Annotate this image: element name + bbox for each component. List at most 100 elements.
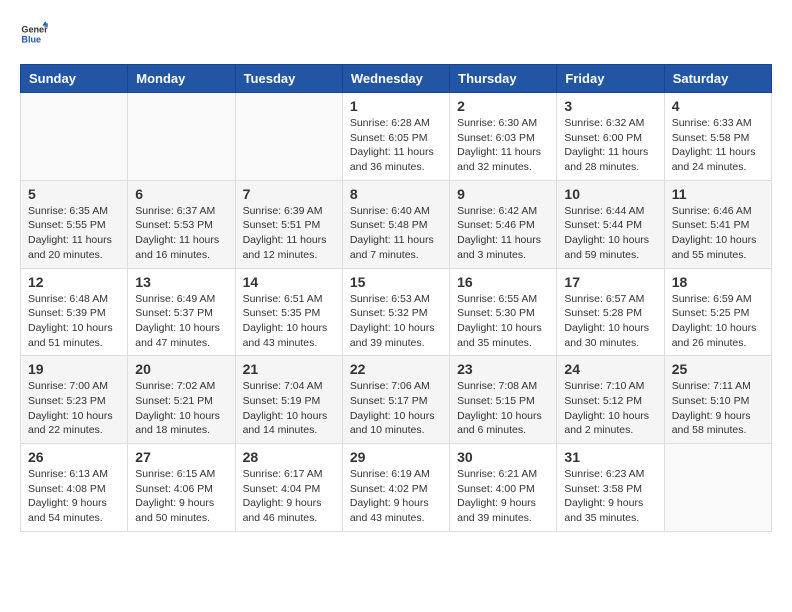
day-number: 2 (457, 98, 549, 114)
svg-text:Blue: Blue (21, 34, 41, 44)
day-number: 27 (135, 449, 227, 465)
day-info: Sunrise: 6:53 AM Sunset: 5:32 PM Dayligh… (350, 292, 442, 351)
calendar-cell: 6Sunrise: 6:37 AM Sunset: 5:53 PM Daylig… (128, 180, 235, 268)
calendar-cell: 4 Sunrise: 6:33 AM Sunset: 5:58 PM Daylig… (664, 93, 771, 181)
day-info: Sunrise: 6:39 AM Sunset: 5:51 PM Dayligh… (243, 204, 335, 263)
day-number: 28 (243, 449, 335, 465)
day-number: 16 (457, 274, 549, 290)
weekday-header-sunday: Sunday (21, 65, 128, 93)
calendar-cell (664, 444, 771, 532)
day-number: 20 (135, 361, 227, 377)
calendar-cell: 28 Sunrise: 6:17 AM Sunset: 4:04 PM Dayli… (235, 444, 342, 532)
day-info: Sunrise: 6:49 AM Sunset: 5:37 PM Dayligh… (135, 292, 227, 351)
calendar-cell: 30 Sunrise: 6:21 AM Sunset: 4:00 PM Dayli… (450, 444, 557, 532)
logo-icon: General Blue (20, 20, 48, 48)
calendar-cell: 23 Sunrise: 7:08 AM Sunset: 5:15 PM Dayli… (450, 356, 557, 444)
calendar-week-5: 26Sunrise: 6:13 AM Sunset: 4:08 PM Dayli… (21, 444, 772, 532)
calendar-cell: 27 Sunrise: 6:15 AM Sunset: 4:06 PM Dayli… (128, 444, 235, 532)
day-info: Sunrise: 7:08 AM Sunset: 5:15 PM Dayligh… (457, 379, 549, 438)
day-info: Sunrise: 6:59 AM Sunset: 5:25 PM Dayligh… (672, 292, 764, 351)
day-number: 9 (457, 186, 549, 202)
day-number: 8 (350, 186, 442, 202)
day-number: 22 (350, 361, 442, 377)
day-number: 15 (350, 274, 442, 290)
weekday-header-friday: Friday (557, 65, 664, 93)
calendar-cell: 14 Sunrise: 6:51 AM Sunset: 5:35 PM Dayli… (235, 268, 342, 356)
weekday-header-thursday: Thursday (450, 65, 557, 93)
day-info: Sunrise: 6:46 AM Sunset: 5:41 PM Dayligh… (672, 204, 764, 263)
day-info: Sunrise: 7:10 AM Sunset: 5:12 PM Dayligh… (564, 379, 656, 438)
calendar-cell: 24 Sunrise: 7:10 AM Sunset: 5:12 PM Dayli… (557, 356, 664, 444)
calendar-cell (235, 93, 342, 181)
day-info: Sunrise: 6:48 AM Sunset: 5:39 PM Dayligh… (28, 292, 120, 351)
calendar-cell (21, 93, 128, 181)
day-info: Sunrise: 6:57 AM Sunset: 5:28 PM Dayligh… (564, 292, 656, 351)
calendar-cell: 25Sunrise: 7:11 AM Sunset: 5:10 PM Dayli… (664, 356, 771, 444)
calendar-cell: 21 Sunrise: 7:04 AM Sunset: 5:19 PM Dayli… (235, 356, 342, 444)
calendar-week-2: 5Sunrise: 6:35 AM Sunset: 5:55 PM Daylig… (21, 180, 772, 268)
calendar-cell: 31 Sunrise: 6:23 AM Sunset: 3:58 PM Dayli… (557, 444, 664, 532)
calendar-cell: 16Sunrise: 6:55 AM Sunset: 5:30 PM Dayli… (450, 268, 557, 356)
calendar-week-3: 12 Sunrise: 6:48 AM Sunset: 5:39 PM Dayli… (21, 268, 772, 356)
day-number: 7 (243, 186, 335, 202)
day-info: Sunrise: 6:19 AM Sunset: 4:02 PM Dayligh… (350, 467, 442, 526)
day-info: Sunrise: 6:15 AM Sunset: 4:06 PM Dayligh… (135, 467, 227, 526)
calendar-cell (128, 93, 235, 181)
calendar-header-row: SundayMondayTuesdayWednesdayThursdayFrid… (21, 65, 772, 93)
calendar-cell: 3 Sunrise: 6:32 AM Sunset: 6:00 PM Daylig… (557, 93, 664, 181)
day-number: 12 (28, 274, 120, 290)
day-number: 13 (135, 274, 227, 290)
day-number: 23 (457, 361, 549, 377)
weekday-header-saturday: Saturday (664, 65, 771, 93)
day-info: Sunrise: 7:06 AM Sunset: 5:17 PM Dayligh… (350, 379, 442, 438)
weekday-header-wednesday: Wednesday (342, 65, 449, 93)
calendar-cell: 20 Sunrise: 7:02 AM Sunset: 5:21 PM Dayli… (128, 356, 235, 444)
day-info: Sunrise: 6:40 AM Sunset: 5:48 PM Dayligh… (350, 204, 442, 263)
day-number: 21 (243, 361, 335, 377)
day-info: Sunrise: 6:32 AM Sunset: 6:00 PM Dayligh… (564, 116, 656, 175)
day-number: 11 (672, 186, 764, 202)
day-info: Sunrise: 7:04 AM Sunset: 5:19 PM Dayligh… (243, 379, 335, 438)
calendar-cell: 7 Sunrise: 6:39 AM Sunset: 5:51 PM Daylig… (235, 180, 342, 268)
day-info: Sunrise: 7:00 AM Sunset: 5:23 PM Dayligh… (28, 379, 120, 438)
day-number: 3 (564, 98, 656, 114)
logo: General Blue (20, 20, 52, 48)
day-number: 30 (457, 449, 549, 465)
weekday-header-monday: Monday (128, 65, 235, 93)
calendar-week-4: 19 Sunrise: 7:00 AM Sunset: 5:23 PM Dayli… (21, 356, 772, 444)
calendar-week-1: 1Sunrise: 6:28 AM Sunset: 6:05 PM Daylig… (21, 93, 772, 181)
day-info: Sunrise: 6:23 AM Sunset: 3:58 PM Dayligh… (564, 467, 656, 526)
svg-text:General: General (21, 25, 48, 35)
day-info: Sunrise: 6:33 AM Sunset: 5:58 PM Dayligh… (672, 116, 764, 175)
calendar-cell: 2 Sunrise: 6:30 AM Sunset: 6:03 PM Daylig… (450, 93, 557, 181)
day-number: 24 (564, 361, 656, 377)
day-info: Sunrise: 6:35 AM Sunset: 5:55 PM Dayligh… (28, 204, 120, 263)
day-number: 6 (135, 186, 227, 202)
calendar-cell: 5Sunrise: 6:35 AM Sunset: 5:55 PM Daylig… (21, 180, 128, 268)
day-number: 31 (564, 449, 656, 465)
calendar-cell: 29 Sunrise: 6:19 AM Sunset: 4:02 PM Dayli… (342, 444, 449, 532)
calendar-cell: 13 Sunrise: 6:49 AM Sunset: 5:37 PM Dayli… (128, 268, 235, 356)
day-number: 19 (28, 361, 120, 377)
calendar-table: SundayMondayTuesdayWednesdayThursdayFrid… (20, 64, 772, 532)
day-info: Sunrise: 6:42 AM Sunset: 5:46 PM Dayligh… (457, 204, 549, 263)
day-number: 29 (350, 449, 442, 465)
day-number: 4 (672, 98, 764, 114)
day-number: 1 (350, 98, 442, 114)
weekday-header-tuesday: Tuesday (235, 65, 342, 93)
day-info: Sunrise: 6:17 AM Sunset: 4:04 PM Dayligh… (243, 467, 335, 526)
calendar-cell: 22 Sunrise: 7:06 AM Sunset: 5:17 PM Dayli… (342, 356, 449, 444)
day-info: Sunrise: 6:30 AM Sunset: 6:03 PM Dayligh… (457, 116, 549, 175)
day-number: 14 (243, 274, 335, 290)
calendar-cell: 26Sunrise: 6:13 AM Sunset: 4:08 PM Dayli… (21, 444, 128, 532)
day-info: Sunrise: 6:51 AM Sunset: 5:35 PM Dayligh… (243, 292, 335, 351)
calendar-cell: 8 Sunrise: 6:40 AM Sunset: 5:48 PM Daylig… (342, 180, 449, 268)
day-number: 10 (564, 186, 656, 202)
calendar-cell: 19 Sunrise: 7:00 AM Sunset: 5:23 PM Dayli… (21, 356, 128, 444)
day-number: 18 (672, 274, 764, 290)
day-number: 17 (564, 274, 656, 290)
day-info: Sunrise: 6:21 AM Sunset: 4:00 PM Dayligh… (457, 467, 549, 526)
day-info: Sunrise: 7:02 AM Sunset: 5:21 PM Dayligh… (135, 379, 227, 438)
calendar-cell: 15 Sunrise: 6:53 AM Sunset: 5:32 PM Dayli… (342, 268, 449, 356)
day-info: Sunrise: 6:13 AM Sunset: 4:08 PM Dayligh… (28, 467, 120, 526)
